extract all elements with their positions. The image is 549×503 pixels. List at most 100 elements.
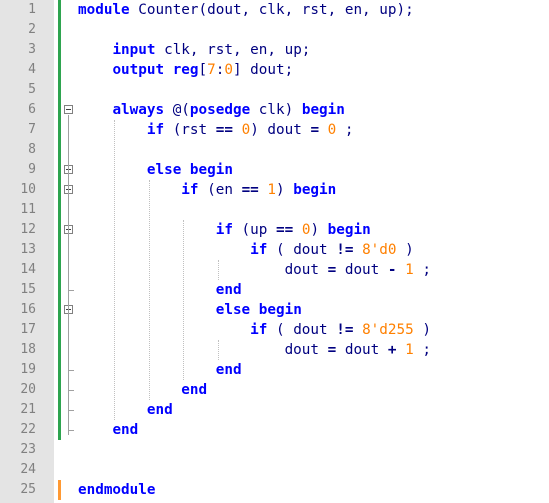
code-token: Counter(dout, clk, rst, en, up); — [129, 2, 414, 18]
code-line[interactable]: 21 end — [0, 400, 549, 420]
code-line[interactable]: 13 if ( dout != 8'd0 ) — [0, 240, 549, 260]
fold-end-marker — [68, 430, 74, 431]
code-line[interactable]: 17 if ( dout != 8'd255 ) — [0, 320, 549, 340]
line-number: 8 — [28, 142, 36, 157]
code-line[interactable]: 25 endmodule — [0, 480, 549, 500]
code-text[interactable]: if ( dout != 8'd0 ) — [78, 240, 414, 260]
code-line[interactable]: 3 input clk, rst, en, up; — [0, 40, 549, 60]
code-token: (up — [232, 222, 276, 238]
code-line[interactable]: 8 — [0, 140, 549, 160]
code-text[interactable]: always @(posedge clk) begin — [78, 100, 344, 120]
number-token: 1 — [405, 342, 414, 358]
code-text[interactable]: end — [78, 380, 207, 400]
code-token: != — [336, 242, 354, 258]
line-number: 20 — [20, 382, 36, 397]
code-line[interactable]: 14 dout = dout - 1 ; — [0, 260, 549, 280]
line-number: 21 — [20, 402, 36, 417]
code-text[interactable]: module Counter(dout, clk, rst, en, up); — [78, 0, 414, 20]
line-number: 15 — [20, 282, 36, 297]
code-line[interactable]: 23 — [0, 440, 549, 460]
keyword-token: posedge — [189, 102, 251, 118]
code-line[interactable]: 24 — [0, 460, 549, 480]
code-text[interactable]: input clk, rst, en, up; — [78, 40, 310, 60]
number-token: 0 — [241, 122, 251, 138]
code-line[interactable]: 9 else begin — [0, 160, 549, 180]
code-line[interactable]: 12 if (up == 0) begin — [0, 220, 549, 240]
fold-end-marker — [68, 370, 74, 371]
code-line[interactable]: 6 always @(posedge clk) begin — [0, 100, 549, 120]
code-text[interactable]: dout = dout - 1 ; — [78, 260, 431, 280]
line-number: 14 — [20, 262, 36, 277]
code-token: ) — [413, 322, 431, 338]
code-text[interactable]: if ( dout != 8'd255 ) — [78, 320, 431, 340]
number-token: 0 — [224, 62, 233, 78]
code-token: - — [387, 262, 397, 278]
code-text[interactable]: if (en == 1) begin — [78, 180, 336, 200]
code-line[interactable]: 22 end — [0, 420, 549, 440]
keyword-token: end — [215, 282, 242, 298]
code-token: + — [387, 342, 397, 358]
code-token: ) — [310, 222, 328, 238]
code-line[interactable]: 16 else begin — [0, 300, 549, 320]
line-number: 25 — [20, 482, 36, 497]
code-text[interactable]: end — [78, 420, 138, 440]
code-line[interactable]: 10 if (en == 1) begin — [0, 180, 549, 200]
code-line[interactable]: 7 if (rst == 0) dout = 0 ; — [0, 120, 549, 140]
keyword-token: end — [146, 402, 173, 418]
code-text[interactable]: if (rst == 0) dout = 0 ; — [78, 120, 354, 140]
code-text[interactable]: else begin — [78, 160, 233, 180]
saved-change-bar — [58, 0, 61, 440]
keyword-token: if — [250, 322, 268, 338]
line-number: 16 — [20, 302, 36, 317]
line-number: 2 — [28, 22, 36, 37]
code-line[interactable]: 20 end — [0, 380, 549, 400]
keyword-token: begin — [327, 222, 371, 238]
code-text[interactable]: endmodule — [78, 480, 155, 500]
indent-guide — [217, 260, 219, 280]
code-text[interactable]: if (up == 0) begin — [78, 220, 371, 240]
code-text[interactable]: end — [78, 280, 242, 300]
number-token: 1 — [267, 182, 276, 198]
code-text[interactable]: output reg[7:0] dout; — [78, 60, 293, 80]
code-line[interactable]: 15 end — [0, 280, 549, 300]
code-text[interactable]: end — [78, 400, 173, 420]
line-number: 4 — [28, 62, 36, 77]
keyword-token: end — [215, 362, 242, 378]
unsaved-change-bar — [58, 480, 61, 500]
keyword-token: begin — [293, 182, 337, 198]
code-text[interactable]: else begin — [78, 300, 302, 320]
code-line[interactable]: 5 — [0, 80, 549, 100]
code-text[interactable]: dout = dout + 1 ; — [78, 340, 431, 360]
code-line[interactable]: 2 — [0, 20, 549, 40]
code-line[interactable]: 4 output reg[7:0] dout; — [0, 60, 549, 80]
line-number: 10 — [20, 182, 36, 197]
code-line[interactable]: 18 dout = dout + 1 ; — [0, 340, 549, 360]
code-token: ( dout — [267, 322, 337, 338]
keyword-token: begin — [189, 162, 233, 178]
code-line[interactable]: 1 module Counter(dout, clk, rst, en, up); — [0, 0, 549, 20]
code-token: (en — [198, 182, 242, 198]
line-number: 24 — [20, 462, 36, 477]
code-token: = — [327, 262, 337, 278]
code-text[interactable]: end — [78, 360, 242, 380]
code-token: clk, rst, en, up; — [155, 42, 311, 58]
fold-end-marker — [68, 410, 74, 411]
fold-collapse-icon[interactable] — [64, 105, 73, 114]
code-token: = — [310, 122, 320, 138]
code-line[interactable]: 19 end — [0, 360, 549, 380]
code-line[interactable]: 11 — [0, 200, 549, 220]
fold-end-marker — [68, 390, 74, 391]
line-number: 13 — [20, 242, 36, 257]
code-token: (rst — [164, 122, 216, 138]
number-token: 0 — [327, 122, 337, 138]
code-token: dout — [78, 262, 328, 278]
